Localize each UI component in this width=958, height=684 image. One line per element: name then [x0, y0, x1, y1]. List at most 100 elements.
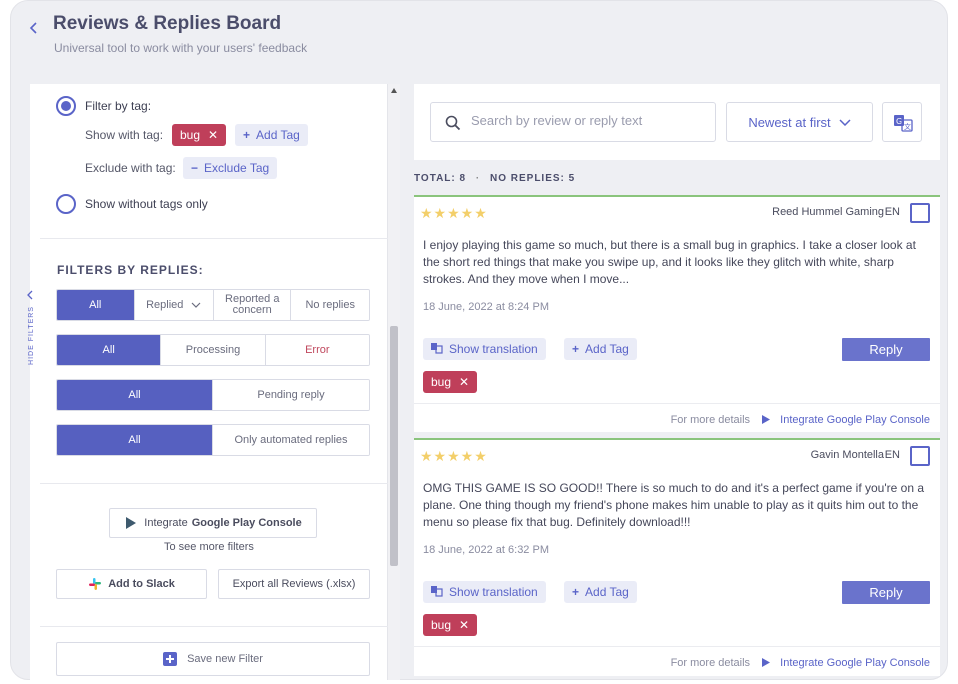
- without-tags-label: Show without tags only: [85, 197, 208, 211]
- automation-all-option[interactable]: All: [57, 425, 213, 455]
- show-with-tag-label: Show with tag:: [85, 128, 164, 142]
- add-tag-button[interactable]: + Add Tag: [235, 124, 308, 146]
- total-label: TOTAL:: [414, 173, 456, 184]
- exclude-tag-label: Exclude Tag: [204, 161, 270, 175]
- replies-filter-row-2: All Processing Error: [56, 334, 370, 366]
- no-replies-value: 5: [568, 173, 576, 184]
- slack-label: Add to Slack: [108, 578, 175, 590]
- error-option[interactable]: Error: [265, 335, 369, 365]
- save-filter-label: Save new Filter: [187, 653, 263, 665]
- remove-tag-icon[interactable]: ✕: [208, 128, 218, 142]
- divider: [40, 626, 388, 627]
- integrate-bold-label: Google Play Console: [191, 517, 302, 529]
- export-reviews-button[interactable]: Export all Reviews (.xlsx): [218, 569, 370, 599]
- integrate-google-play-link[interactable]: Integrate Google Play Console: [780, 657, 930, 669]
- search-icon: [445, 115, 461, 131]
- chevron-left-icon: [27, 290, 33, 300]
- divider: [414, 646, 940, 647]
- review-tag-chip[interactable]: bug ✕: [423, 614, 478, 636]
- show-translation-button[interactable]: Show translation: [423, 338, 546, 360]
- scroll-up-arrow-icon[interactable]: [391, 88, 397, 93]
- integrate-label: Integrate: [144, 517, 188, 529]
- review-language: EN: [884, 449, 900, 461]
- show-translation-label: Show translation: [449, 585, 538, 599]
- hide-filters-label: HIDE FILTERS: [27, 306, 35, 365]
- reply-button[interactable]: Reply: [842, 338, 930, 361]
- translate-icon: [431, 343, 443, 354]
- translate-icon: [431, 586, 443, 597]
- review-tag-chip[interactable]: bug ✕: [423, 371, 478, 393]
- show-translation-label: Show translation: [449, 342, 538, 356]
- processing-option[interactable]: Processing: [161, 335, 266, 365]
- add-tag-label: Add Tag: [585, 585, 629, 599]
- rating-stars: ★★★★★: [420, 205, 488, 221]
- filter-by-tag-radio[interactable]: [56, 96, 76, 116]
- sort-select[interactable]: Newest at first: [726, 102, 873, 142]
- more-details-label: For more details: [670, 657, 751, 669]
- review-card: ★★★★★ Reed Hummel Gaming EN I enjoy play…: [414, 195, 940, 432]
- add-to-slack-button[interactable]: Add to Slack: [56, 569, 207, 599]
- tag-chip-label: bug: [431, 375, 452, 389]
- replied-dropdown[interactable]: Replied: [134, 290, 214, 320]
- google-play-console-icon: [126, 517, 137, 529]
- tag-chip-label: bug: [180, 128, 201, 142]
- pending-reply-option[interactable]: Pending reply: [213, 380, 369, 410]
- integrate-google-play-link[interactable]: Integrate Google Play Console: [780, 414, 930, 426]
- replies-filter-row-1: All Replied Reported a concern No replie…: [56, 289, 370, 321]
- total-value: 8: [459, 173, 467, 184]
- google-play-console-icon: [762, 415, 771, 424]
- sort-select-value: Newest at first: [748, 114, 831, 130]
- reported-concern-option[interactable]: Reported a concern: [213, 290, 292, 320]
- automated-replies-option[interactable]: Only automated replies: [213, 425, 369, 455]
- exclude-tag-button[interactable]: − Exclude Tag: [183, 157, 278, 179]
- review-author: Gavin Montella: [810, 449, 884, 461]
- back-chevron-icon[interactable]: [29, 21, 39, 35]
- remove-tag-icon[interactable]: ✕: [459, 618, 469, 632]
- add-tag-button[interactable]: + Add Tag: [564, 581, 637, 603]
- show-translation-button[interactable]: Show translation: [423, 581, 546, 603]
- review-text: I enjoy playing this game so much, but t…: [423, 238, 916, 286]
- review-date: 18 June, 2022 at 6:32 PM: [423, 544, 549, 556]
- plus-icon: +: [572, 342, 580, 356]
- chevron-down-icon: [191, 302, 201, 308]
- save-new-filter-button[interactable]: Save new Filter: [56, 642, 370, 676]
- divider: [40, 238, 388, 239]
- translate-all-button[interactable]: G 文: [882, 102, 922, 142]
- replies-all-option[interactable]: All: [57, 290, 135, 320]
- tag-chip-label: bug: [431, 618, 452, 632]
- rating-stars: ★★★★★: [420, 448, 488, 464]
- more-details-note: For more details Integrate Google Play C…: [671, 414, 930, 426]
- no-replies-option[interactable]: No replies: [291, 290, 369, 320]
- divider: [40, 483, 388, 484]
- review-author: Reed Hummel Gaming: [772, 206, 884, 218]
- add-tag-button[interactable]: + Add Tag: [564, 338, 637, 360]
- replies-filter-row-3: All Pending reply: [56, 379, 370, 411]
- without-tags-radio[interactable]: [56, 194, 76, 214]
- review-language: EN: [884, 206, 900, 218]
- exclude-with-tag-label: Exclude with tag:: [85, 161, 176, 175]
- review-select-checkbox[interactable]: [910, 446, 930, 466]
- integrate-google-play-button[interactable]: Integrate Google Play Console: [109, 508, 317, 538]
- totals-separator: ·: [475, 173, 481, 184]
- remove-tag-icon[interactable]: ✕: [459, 375, 469, 389]
- svg-text:G: G: [896, 117, 902, 126]
- search-input[interactable]: [471, 113, 701, 128]
- replied-label: Replied: [146, 298, 184, 311]
- minus-icon: −: [191, 161, 199, 175]
- add-tag-label: Add Tag: [256, 128, 300, 142]
- review-date: 18 June, 2022 at 8:24 PM: [423, 301, 549, 313]
- totals-summary: TOTAL: 8 · NO REPLIES: 5: [414, 173, 575, 184]
- scrollbar-thumb[interactable]: [390, 326, 398, 566]
- slack-icon: [89, 578, 102, 590]
- reply-button[interactable]: Reply: [842, 581, 930, 604]
- plus-square-icon: [163, 652, 178, 666]
- replies-filter-row-4: All Only automated replies: [56, 424, 370, 456]
- chevron-down-icon: [839, 118, 851, 126]
- status-all-option[interactable]: All: [57, 335, 162, 365]
- pending-all-option[interactable]: All: [57, 380, 213, 410]
- search-box[interactable]: [430, 102, 716, 142]
- divider: [414, 403, 940, 404]
- review-select-checkbox[interactable]: [910, 203, 930, 223]
- hide-filters-toggle[interactable]: HIDE FILTERS: [24, 290, 38, 380]
- show-tag-chip[interactable]: bug ✕: [172, 124, 227, 146]
